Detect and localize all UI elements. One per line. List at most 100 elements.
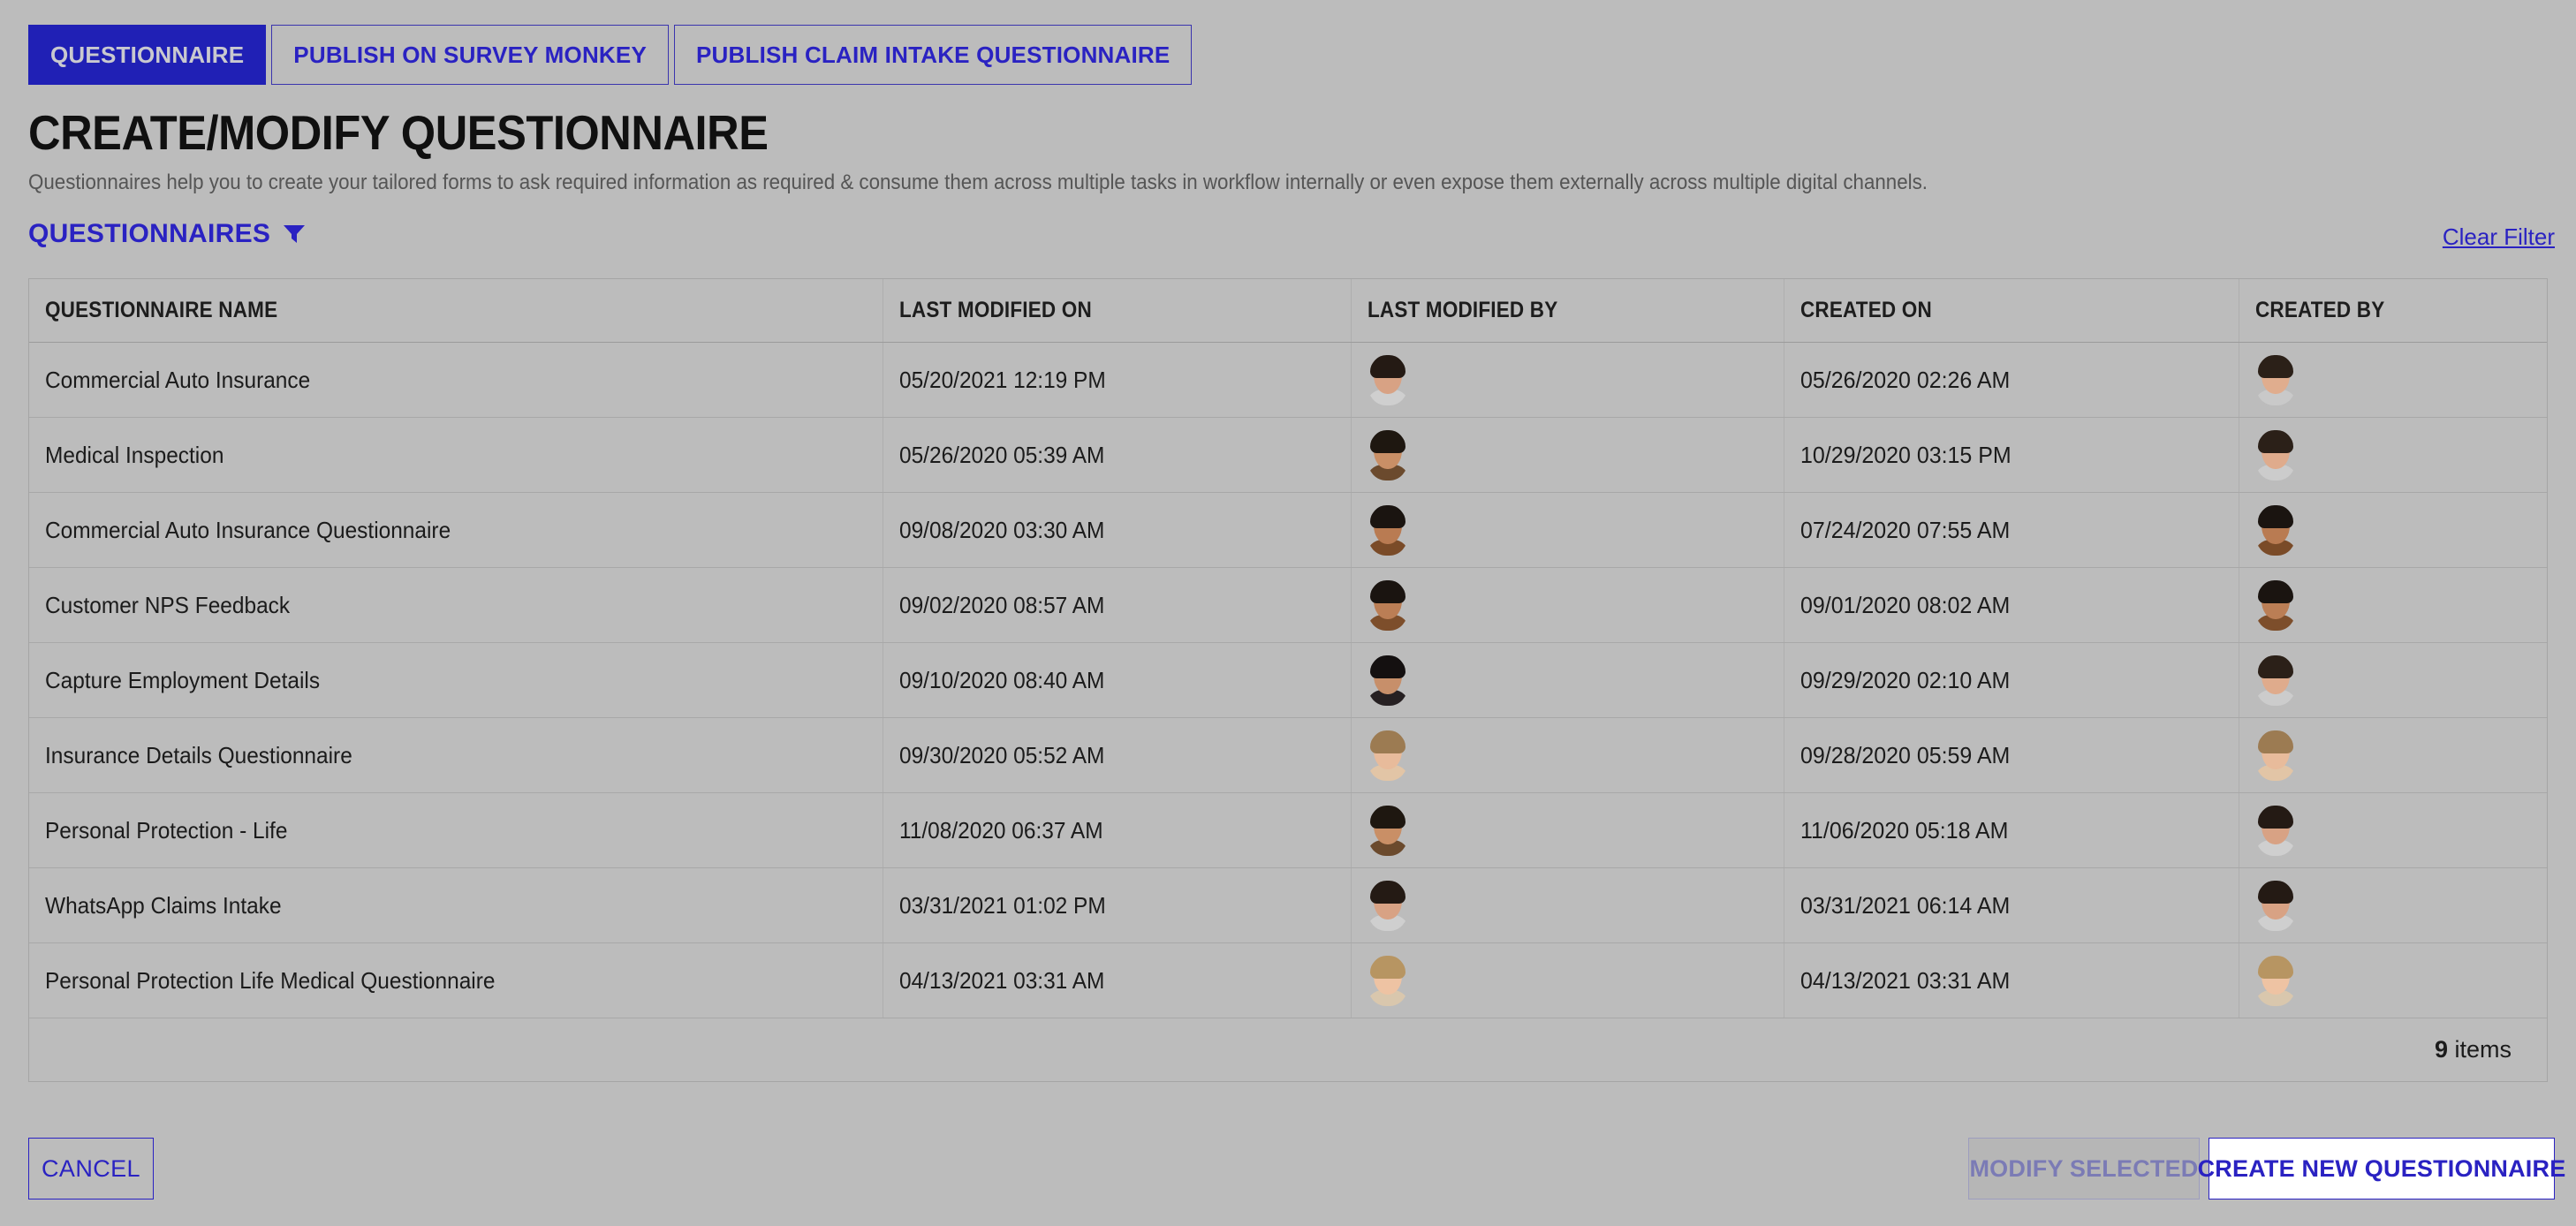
cell-created-on: 05/26/2020 02:26 AM: [1784, 343, 2240, 417]
last-modified-on-text: 11/08/2020 06:37 AM: [899, 816, 1103, 844]
table-row[interactable]: Commercial Auto Insurance 05/20/2021 12:1…: [29, 343, 2547, 418]
avatar-hair: [2258, 881, 2294, 904]
table-row[interactable]: Personal Protection Life Medical Questio…: [29, 943, 2547, 1018]
cell-created-by: [2239, 343, 2547, 417]
avatar-hair: [2258, 655, 2294, 678]
cell-questionnaire-name[interactable]: Medical Inspection: [29, 418, 884, 492]
table-row[interactable]: Commercial Auto Insurance Questionnaire 0…: [29, 493, 2547, 568]
cell-created-on: 10/29/2020 03:15 PM: [1784, 418, 2240, 492]
created-on-text: 03/31/2021 06:14 AM: [1799, 891, 2010, 919]
cancel-button[interactable]: CANCEL: [28, 1138, 154, 1200]
questionnaires-table: QUESTIONNAIRE NAME LAST MODIFIED ON LAST…: [28, 278, 2548, 1082]
tab-publish-on-survey-monkey[interactable]: PUBLISH ON SURVEY MONKEY: [271, 25, 669, 85]
cell-last-modified-on: 09/08/2020 03:30 AM: [883, 493, 1352, 567]
tab-publish-claim-intake-questionnaire-label: PUBLISH CLAIM INTAKE QUESTIONNAIRE: [696, 41, 1171, 68]
last-modified-on-text: 03/31/2021 01:02 PM: [899, 891, 1107, 919]
cell-created-by: [2239, 493, 2547, 567]
cell-created-by: [2239, 718, 2547, 792]
cell-last-modified-on: 11/08/2020 06:37 AM: [883, 793, 1352, 867]
cell-created-by: [2239, 793, 2547, 867]
created-by-avatar: [2255, 504, 2297, 556]
items-count: 9 items: [2435, 1036, 2512, 1063]
cell-questionnaire-name[interactable]: Personal Protection Life Medical Questio…: [29, 943, 884, 1018]
avatar-hair: [1369, 806, 1405, 829]
created-by-avatar: [2255, 655, 2297, 706]
table-row[interactable]: Capture Employment Details 09/10/2020 08:…: [29, 643, 2547, 718]
column-header-last-modified-by[interactable]: LAST MODIFIED BY: [1352, 279, 1784, 342]
clear-filter-link[interactable]: Clear Filter: [2443, 223, 2555, 251]
avatar-hair: [1369, 655, 1405, 678]
cell-created-on: 09/28/2020 05:59 AM: [1784, 718, 2240, 792]
cell-last-modified-by: [1352, 793, 1784, 867]
column-header-label: QUESTIONNAIRE NAME: [45, 298, 278, 322]
created-on-text: 09/29/2020 02:10 AM: [1799, 666, 2010, 693]
tab-publish-claim-intake-questionnaire[interactable]: PUBLISH CLAIM INTAKE QUESTIONNAIRE: [674, 25, 1193, 85]
cell-questionnaire-name[interactable]: Customer NPS Feedback: [29, 568, 884, 642]
avatar-hair: [1369, 730, 1405, 753]
cell-last-modified-by: [1352, 568, 1784, 642]
last-modified-by-avatar: [1367, 579, 1408, 631]
cell-last-modified-by: [1352, 868, 1784, 942]
created-by-avatar: [2255, 579, 2297, 631]
tab-questionnaire[interactable]: QUESTIONNAIRE: [28, 25, 267, 85]
created-on-text: 11/06/2020 05:18 AM: [1799, 816, 2009, 844]
created-by-avatar: [2255, 880, 2297, 931]
cell-last-modified-on: 05/26/2020 05:39 AM: [883, 418, 1352, 492]
table-row[interactable]: Customer NPS Feedback 09/02/2020 08:57 AM…: [29, 568, 2547, 643]
questionnaire-name-text: Commercial Auto Insurance: [45, 366, 311, 393]
section-title: QUESTIONNAIRES: [28, 219, 271, 248]
questionnaire-name-text: Insurance Details Questionnaire: [45, 741, 352, 768]
created-on-text: 07/24/2020 07:55 AM: [1799, 516, 2010, 543]
table-header-row: QUESTIONNAIRE NAME LAST MODIFIED ON LAST…: [29, 279, 2547, 343]
table-row[interactable]: WhatsApp Claims Intake 03/31/2021 01:02 P…: [29, 868, 2547, 943]
cell-questionnaire-name[interactable]: WhatsApp Claims Intake: [29, 868, 884, 942]
last-modified-on-text: 09/08/2020 03:30 AM: [899, 516, 1105, 543]
cell-questionnaire-name[interactable]: Capture Employment Details: [29, 643, 884, 717]
column-header-label: CREATED ON: [1799, 298, 1932, 322]
column-header-created-by[interactable]: CREATED BY: [2239, 279, 2547, 342]
questionnaire-name-text: Personal Protection Life Medical Questio…: [45, 966, 496, 994]
last-modified-by-avatar: [1367, 655, 1408, 706]
cell-last-modified-by: [1352, 643, 1784, 717]
cell-last-modified-by: [1352, 718, 1784, 792]
column-header-last-modified-on[interactable]: LAST MODIFIED ON: [883, 279, 1352, 342]
column-header-created-on[interactable]: CREATED ON: [1784, 279, 2240, 342]
cell-last-modified-on: 09/30/2020 05:52 AM: [883, 718, 1352, 792]
cell-last-modified-by: [1352, 418, 1784, 492]
page-title: CREATE/MODIFY QUESTIONNAIRE: [28, 105, 769, 160]
column-header-questionnaire-name[interactable]: QUESTIONNAIRE NAME: [29, 279, 884, 342]
avatar-hair: [2258, 430, 2294, 453]
avatar-hair: [1369, 580, 1405, 603]
modify-selected-button[interactable]: MODIFY SELECTED: [1968, 1138, 2200, 1200]
last-modified-on-text: 09/02/2020 08:57 AM: [899, 591, 1105, 618]
filter-funnel-icon[interactable]: [283, 223, 306, 245]
cell-questionnaire-name[interactable]: Insurance Details Questionnaire: [29, 718, 884, 792]
cell-created-on: 09/29/2020 02:10 AM: [1784, 643, 2240, 717]
cell-created-by: [2239, 943, 2547, 1018]
avatar-hair: [1369, 355, 1405, 378]
last-modified-by-avatar: [1367, 955, 1408, 1006]
table-row[interactable]: Medical Inspection 05/26/2020 05:39 AM 10/…: [29, 418, 2547, 493]
avatar-hair: [1369, 956, 1405, 979]
create-new-questionnaire-button[interactable]: CREATE NEW QUESTIONNAIRE: [2198, 1138, 2565, 1200]
items-count-label: items: [2454, 1036, 2512, 1063]
created-on-text: 09/01/2020 08:02 AM: [1799, 591, 2010, 618]
questionnaire-name-text: Medical Inspection: [45, 441, 224, 468]
cell-last-modified-on: 09/10/2020 08:40 AM: [883, 643, 1352, 717]
questionnaire-name-text: WhatsApp Claims Intake: [45, 891, 282, 919]
last-modified-by-avatar: [1367, 730, 1408, 781]
questionnaire-name-text: Commercial Auto Insurance Questionnaire: [45, 516, 451, 543]
avatar-hair: [2258, 956, 2294, 979]
cell-created-on: 04/13/2021 03:31 AM: [1784, 943, 2240, 1018]
cell-created-on: 09/01/2020 08:02 AM: [1784, 568, 2240, 642]
last-modified-by-avatar: [1367, 354, 1408, 405]
cell-last-modified-on: 04/13/2021 03:31 AM: [883, 943, 1352, 1018]
created-on-text: 10/29/2020 03:15 PM: [1799, 441, 2012, 468]
cell-questionnaire-name[interactable]: Commercial Auto Insurance: [29, 343, 884, 417]
table-row[interactable]: Insurance Details Questionnaire 09/30/202…: [29, 718, 2547, 793]
cell-questionnaire-name[interactable]: Commercial Auto Insurance Questionnaire: [29, 493, 884, 567]
questionnaire-name-text: Capture Employment Details: [45, 666, 321, 693]
avatar-hair: [1369, 505, 1405, 528]
cell-questionnaire-name[interactable]: Personal Protection - Life: [29, 793, 884, 867]
table-row[interactable]: Personal Protection - Life 11/08/2020 06:…: [29, 793, 2547, 868]
